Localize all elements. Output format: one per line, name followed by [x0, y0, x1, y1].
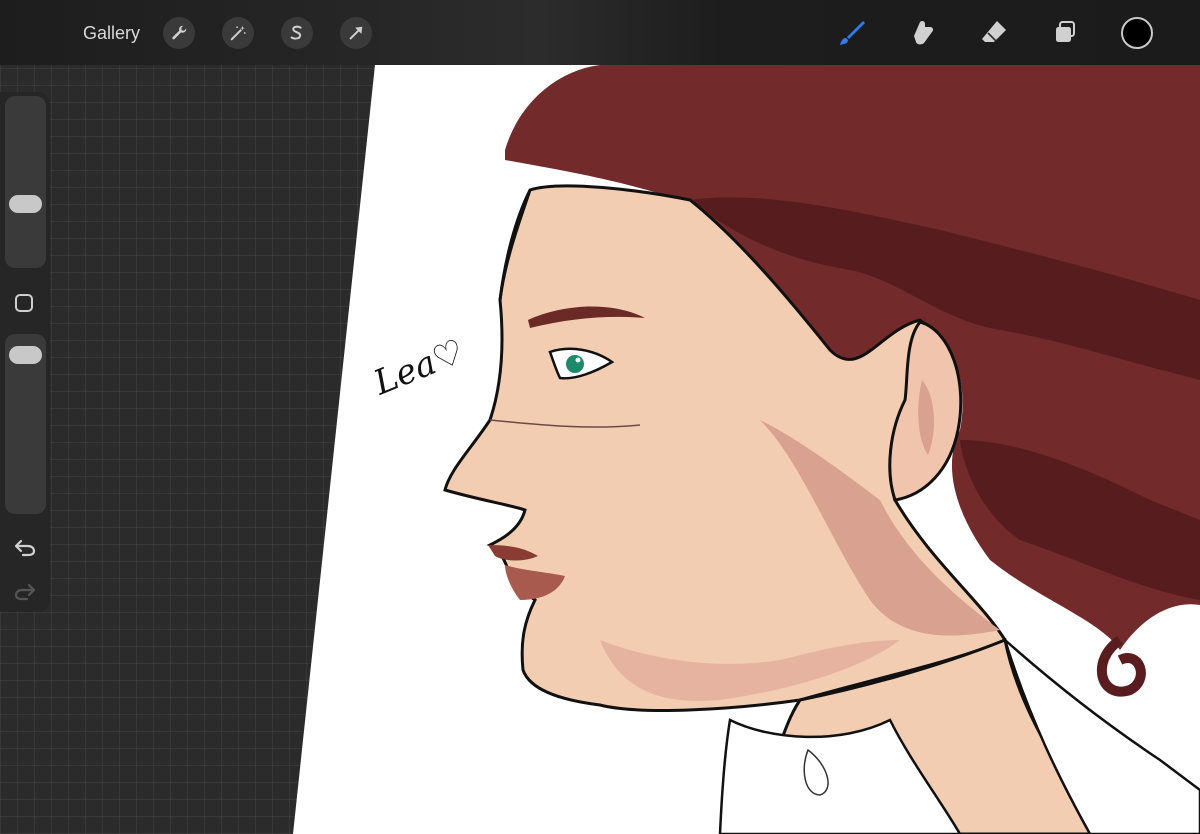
eraser-tool-button[interactable]	[977, 16, 1011, 50]
actions-button[interactable]	[163, 17, 195, 49]
smudge-finger-icon	[914, 20, 934, 45]
wrench-icon	[172, 25, 187, 40]
undo-icon[interactable]	[13, 536, 37, 558]
layers-icon	[1056, 21, 1075, 42]
brush-tool-button[interactable]	[835, 16, 869, 50]
brush-icon	[840, 21, 865, 45]
layers-button[interactable]	[1048, 16, 1082, 50]
opacity-thumb[interactable]	[9, 345, 42, 364]
selection-s-icon	[290, 25, 302, 40]
opacity-slider[interactable]	[5, 334, 46, 514]
adjustments-button[interactable]	[222, 17, 254, 49]
square-modify-icon[interactable]	[15, 294, 33, 312]
eraser-icon	[982, 21, 1006, 42]
magic-wand-icon	[230, 25, 246, 41]
left-sidebar	[0, 92, 50, 612]
transform-button[interactable]	[340, 17, 372, 49]
arrow-cursor-icon	[349, 26, 363, 40]
selection-button[interactable]	[281, 17, 313, 49]
top-toolbar: Gallery	[0, 0, 1200, 65]
brush-size-slider[interactable]	[5, 96, 46, 268]
drawing-canvas[interactable]: Lea♡	[0, 0, 1200, 834]
color-picker-button[interactable]	[1121, 17, 1153, 49]
pupil-highlight	[575, 357, 581, 363]
smudge-tool-button[interactable]	[906, 16, 940, 50]
gallery-button[interactable]: Gallery	[83, 22, 140, 44]
iris	[566, 355, 584, 373]
redo-icon[interactable]	[13, 580, 37, 602]
brush-size-thumb[interactable]	[9, 194, 42, 213]
